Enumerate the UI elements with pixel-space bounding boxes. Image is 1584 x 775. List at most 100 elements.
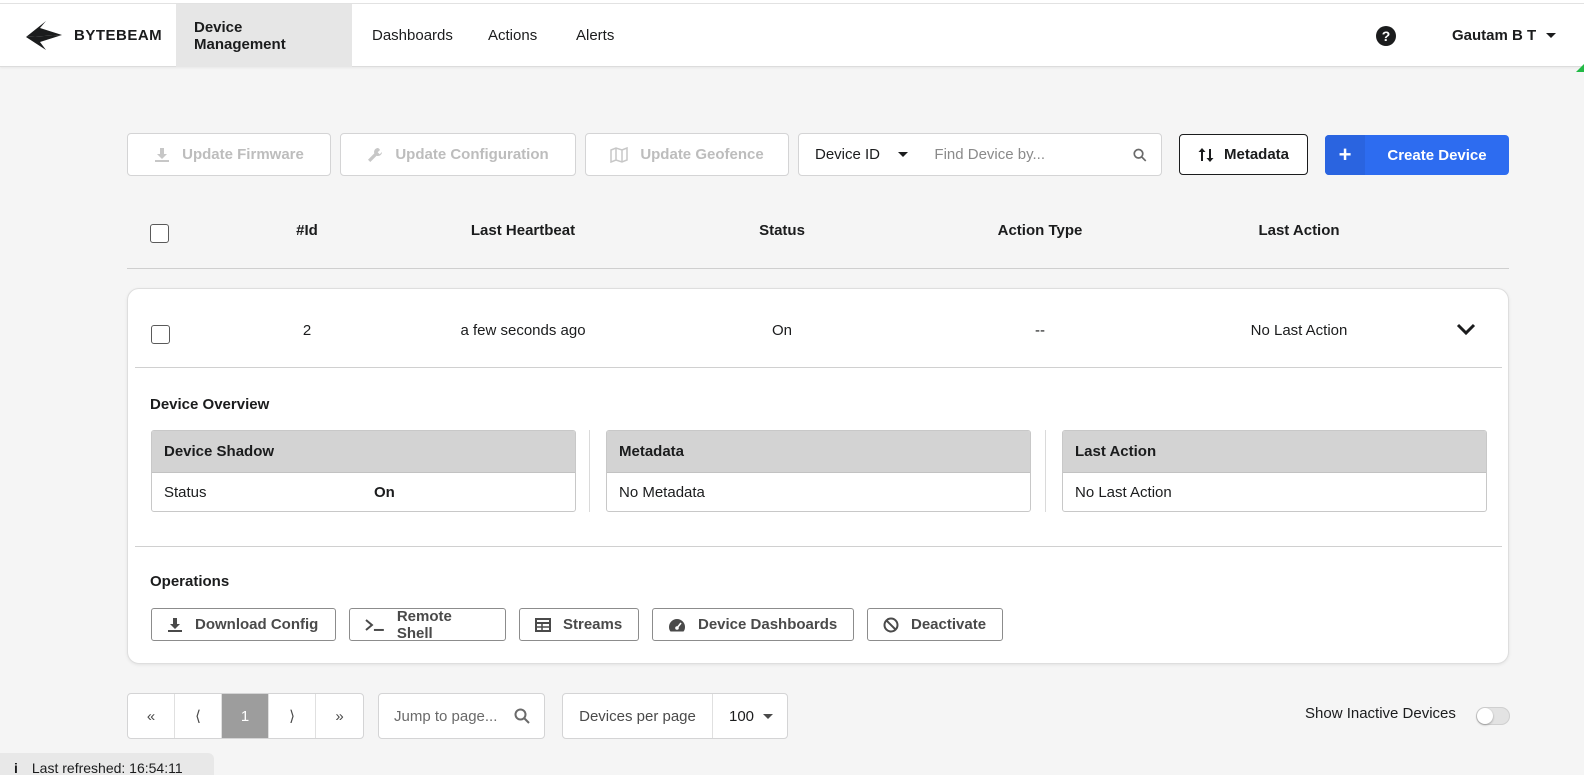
streams-button[interactable]: Streams [519,608,639,641]
operations-title: Operations [150,573,230,590]
user-menu[interactable]: Gautam B T [1452,4,1557,67]
row-action-type: -- [1035,322,1045,339]
streams-label: Streams [563,616,623,633]
device-search-input[interactable] [922,134,1134,175]
last-action-panel-title: Last Action [1063,431,1486,473]
metadata-button-label: Metadata [1223,146,1290,163]
info-icon: i [14,760,18,775]
panel-separator [1045,430,1046,512]
device-overview-title: Device Overview [150,396,270,413]
nav-device-management[interactable]: Device Management [176,4,352,67]
panel-separator [589,430,590,512]
download-icon [168,617,182,632]
terminal-icon [365,618,384,631]
devices-per-page-value: 100 [729,707,755,725]
brand-name: BYTEBEAM [74,26,163,44]
update-firmware-label: Update Firmware [182,146,304,163]
last-refreshed-text: Last refreshed: 16:54:11 [31,760,183,775]
search-icon[interactable] [514,708,530,724]
last-refreshed-bar: i Last refreshed: 16:54:11 [0,753,214,775]
operations-divider [135,546,1502,547]
page-1-button[interactable]: 1 [222,694,269,738]
row-status: On [771,322,793,339]
column-header-last-heartbeat[interactable]: Last Heartbeat [471,222,575,239]
first-page-button[interactable]: « [128,694,175,738]
deactivate-button[interactable]: Deactivate [867,608,1003,641]
show-inactive-toggle[interactable] [1476,707,1510,725]
bytebeam-logo-icon [26,21,62,50]
jump-to-page-input[interactable] [379,707,514,725]
column-header-status[interactable]: Status [759,222,805,239]
row-last-action: No Last Action [1250,322,1348,339]
update-geofence-label: Update Geofence [640,146,764,163]
table-icon [535,617,551,632]
user-name: Gautam B T [1452,27,1537,44]
search-field-select[interactable]: Device ID [799,134,922,175]
devices-per-page-label: Devices per page [563,694,713,738]
next-page-button[interactable]: ⟩ [269,694,316,738]
device-dashboards-label: Device Dashboards [698,616,838,633]
device-shadow-panel: Device Shadow Status On [151,430,576,512]
device-shadow-row: Status On [152,473,575,511]
devices-per-page-group: Devices per page 100 [562,693,788,739]
chevron-down-icon [763,713,773,719]
dashboard-gauge-icon [669,618,685,631]
row-id: 2 [302,322,312,339]
metadata-panel-title: Metadata [607,431,1030,473]
plus-icon: + [1325,135,1365,175]
question-circle-icon[interactable]: ? [1376,26,1396,46]
last-page-button[interactable]: » [316,694,363,738]
jump-to-page-group [378,693,545,739]
nav-alerts[interactable]: Alerts [558,4,632,67]
create-device-label: Create Device [1387,146,1487,164]
chevron-down-icon [1546,33,1557,38]
download-icon [155,147,170,162]
device-shadow-title: Device Shadow [152,431,575,473]
shadow-status-key: Status [164,484,207,501]
pagination: « ⟨ 1 ⟩ » [127,693,364,739]
remote-shell-label: Remote Shell [396,607,452,642]
header-divider [127,268,1509,269]
update-configuration-button[interactable]: Update Configuration [340,133,576,176]
download-config-label: Download Config [195,616,319,633]
update-configuration-label: Update Configuration [395,146,549,163]
last-action-panel-value: No Last Action [1075,484,1172,501]
deactivate-label: Deactivate [911,616,987,633]
brand-logo[interactable]: BYTEBEAM [24,18,162,52]
device-search-group: Device ID [798,133,1162,176]
chevron-down-icon[interactable] [1456,322,1476,336]
top-navbar: BYTEBEAM Device Management Dashboards Ac… [0,4,1584,72]
column-header-last-action[interactable]: Last Action [1258,222,1339,239]
update-geofence-button[interactable]: Update Geofence [585,133,789,176]
column-header-action-type[interactable]: Action Type [998,222,1083,239]
wrench-icon [368,147,383,162]
devices-per-page-select[interactable]: 100 [713,708,787,725]
download-config-button[interactable]: Download Config [151,608,336,641]
metadata-button[interactable]: Metadata [1179,134,1308,175]
row-last-heartbeat: a few seconds ago [460,322,586,339]
metadata-panel-value: No Metadata [619,484,705,501]
corner-indicator [1576,64,1584,72]
ban-icon [883,617,899,632]
metadata-panel: Metadata No Metadata [606,430,1031,512]
column-header-id[interactable]: #Id [296,222,318,239]
nav-actions[interactable]: Actions [470,4,555,67]
remote-shell-button[interactable]: Remote Shell [349,607,506,642]
create-device-button[interactable]: + Create Device [1325,135,1509,175]
last-action-panel: Last Action No Last Action [1062,430,1487,512]
shadow-status-value: On [374,484,395,501]
sort-arrows-icon [1198,147,1214,162]
update-firmware-button[interactable]: Update Firmware [127,133,331,176]
search-field-value: Device ID [815,146,881,163]
search-icon[interactable] [1133,147,1147,163]
toggle-knob [1477,708,1493,724]
nav-dashboards[interactable]: Dashboards [354,4,471,67]
map-icon [610,146,629,163]
prev-page-button[interactable]: ⟨ [175,694,222,738]
device-dashboards-button[interactable]: Device Dashboards [652,608,854,641]
chevron-down-icon [898,152,909,157]
select-all-checkbox[interactable] [150,224,169,243]
show-inactive-label: Show Inactive Devices [1305,705,1456,722]
row-divider [135,367,1502,368]
row-checkbox[interactable] [151,325,170,344]
